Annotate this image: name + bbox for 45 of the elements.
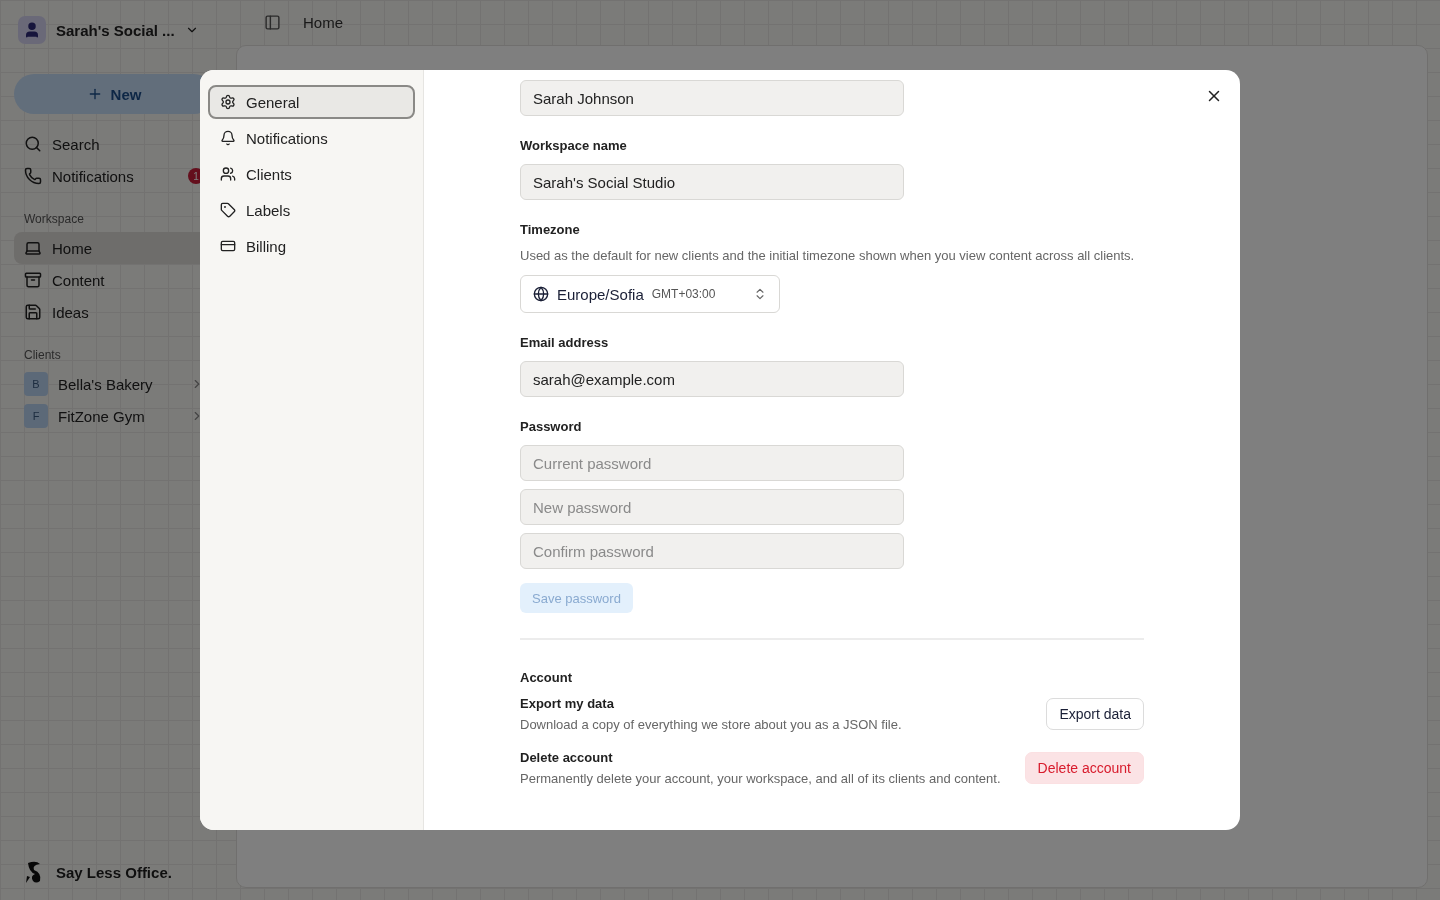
field-label: Password [520,419,583,434]
section-heading: Workspace [23,212,85,226]
users-icon [220,166,236,182]
setting-title: Export my data [520,696,615,711]
client-initial: B [24,372,48,396]
setting-description: Permanently delete your account, your workspace, and all of its clients and content. [520,771,1001,786]
settings-icon [220,94,236,110]
search-icon [24,135,42,153]
timezone-select[interactable]: Europe/Sofia GMT+03:00 [520,275,780,313]
export-data-button[interactable]: Export data [1046,698,1144,730]
breadcrumb: Home [303,13,343,31]
setting-description: Download a copy of everything we store about you as a JSON file. [520,717,902,732]
cabinet-icon [24,271,42,289]
workspace-switcher[interactable]: Sarah's Social ... [14,14,222,46]
password-field[interactable]: Current password [520,445,904,481]
settings-tab[interactable]: Clients [208,157,415,191]
globe-icon [533,286,549,302]
laptop-icon [24,239,42,257]
credit-card-icon [220,238,236,254]
section-heading: Account [520,670,573,685]
password-field[interactable]: Confirm password [520,533,904,569]
section-heading: Clients [23,348,62,362]
tag-icon [220,202,236,218]
delete-account-button[interactable]: Delete account [1024,752,1144,784]
user-avatar-icon [18,16,46,44]
settings-tab[interactable]: Labels [208,193,415,227]
sidebar-item[interactable]: Content [14,264,214,296]
client-item[interactable]: F FitZone Gym [14,400,214,432]
workspace-name-field[interactable]: Sarah's Social Studio [520,164,904,200]
phone-icon [24,167,42,185]
chevron-updown-icon [753,287,767,301]
sidebar-toggle-icon[interactable] [264,13,281,31]
client-initial: F [24,404,48,428]
name-field[interactable]: Sarah Johnson [520,80,904,116]
field-label: Workspace name [520,138,628,153]
password-field[interactable]: New password [520,489,904,525]
field-label: Email address [520,335,610,350]
settings-tab[interactable]: General [208,85,415,119]
field-description: Used as the default for new clients and the initial timezone shown when you view content across all clients. [520,248,1136,263]
brand-name: Say Less Office. [56,863,172,881]
field-label: Timezone [520,222,581,237]
setting-title: Delete account [520,750,614,765]
sidebar-item[interactable]: Ideas [14,296,214,328]
bell-icon [220,130,236,146]
email-field[interactable]: sarah@example.com [520,361,904,397]
